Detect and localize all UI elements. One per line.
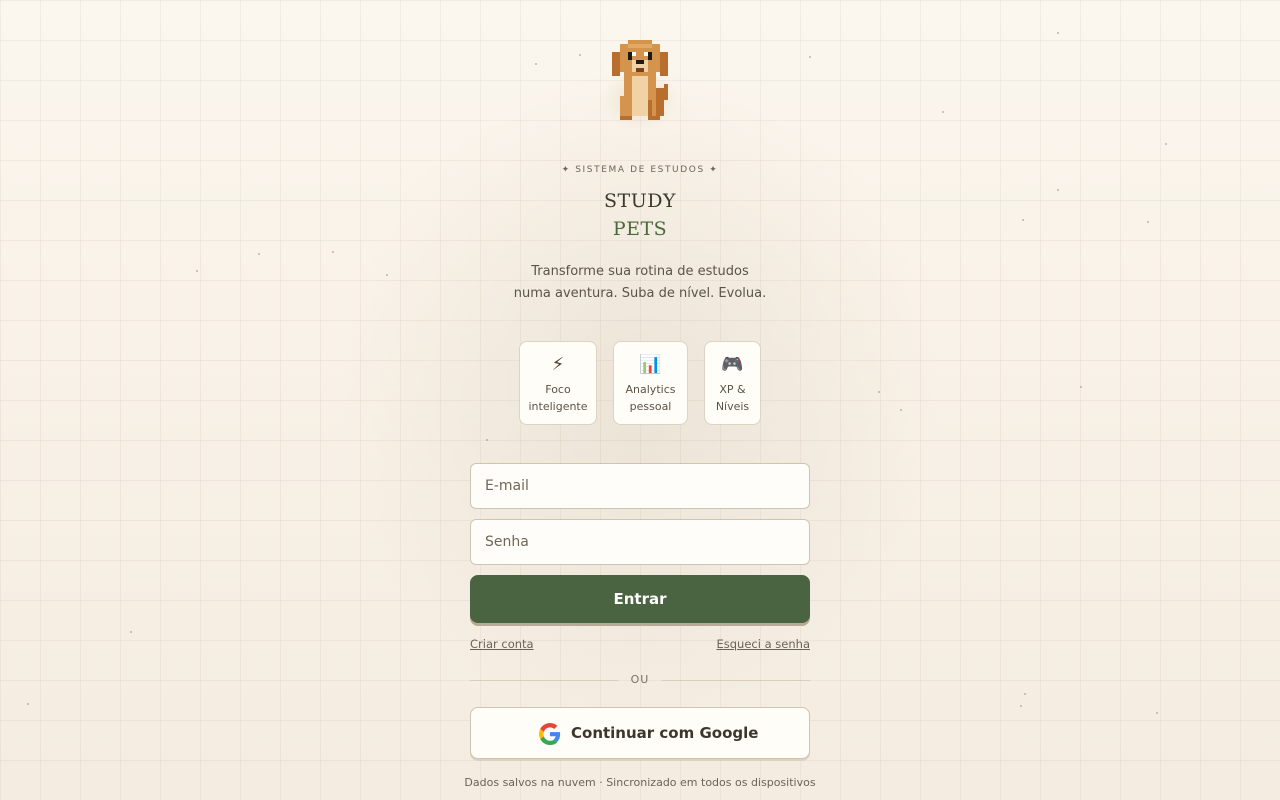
feature-label: Foco inteligente xyxy=(528,383,588,413)
lightning-icon: ⚡ xyxy=(551,354,565,375)
email-field[interactable] xyxy=(470,463,810,509)
password-field[interactable] xyxy=(470,519,810,565)
google-button-label: Continuar com Google xyxy=(571,724,759,742)
bar-chart-icon: 📊 xyxy=(639,354,662,375)
feature-card-xp: 🎮 XP & Níveis xyxy=(704,341,761,425)
app-title-line1: STUDY xyxy=(604,190,676,212)
feature-label: XP & Níveis xyxy=(715,383,750,413)
gamepad-icon: 🎮 xyxy=(721,354,744,375)
divider-line-right xyxy=(662,680,810,681)
forgot-password-link[interactable]: Esqueci a senha xyxy=(717,637,811,651)
footer-note: Dados salvos na nuvem · Sincronizado em … xyxy=(464,776,816,789)
divider-line-left xyxy=(470,680,618,681)
login-button[interactable]: Entrar xyxy=(470,575,810,623)
app-title-line2: PETS xyxy=(612,218,668,240)
tagline: Transforme sua rotina de estudos numa av… xyxy=(0,261,1280,305)
feature-card-analytics: 📊 Analytics pessoal xyxy=(613,341,688,425)
feature-card-focus: ⚡ Foco inteligente xyxy=(519,341,597,425)
feature-label: Analytics pessoal xyxy=(625,383,676,413)
eyebrow-label: ✦ SISTEMA DE ESTUDOS ✦ xyxy=(561,165,719,175)
create-account-link[interactable]: Criar conta xyxy=(470,637,534,651)
google-login-button[interactable]: Continuar com Google xyxy=(470,707,810,759)
google-g-icon xyxy=(539,723,561,745)
pixel-dog-icon xyxy=(612,40,668,120)
tagline-line1: Transforme sua rotina de estudos xyxy=(531,264,749,279)
tagline-line2: numa aventura. Suba de nível. Evolua. xyxy=(513,286,767,301)
